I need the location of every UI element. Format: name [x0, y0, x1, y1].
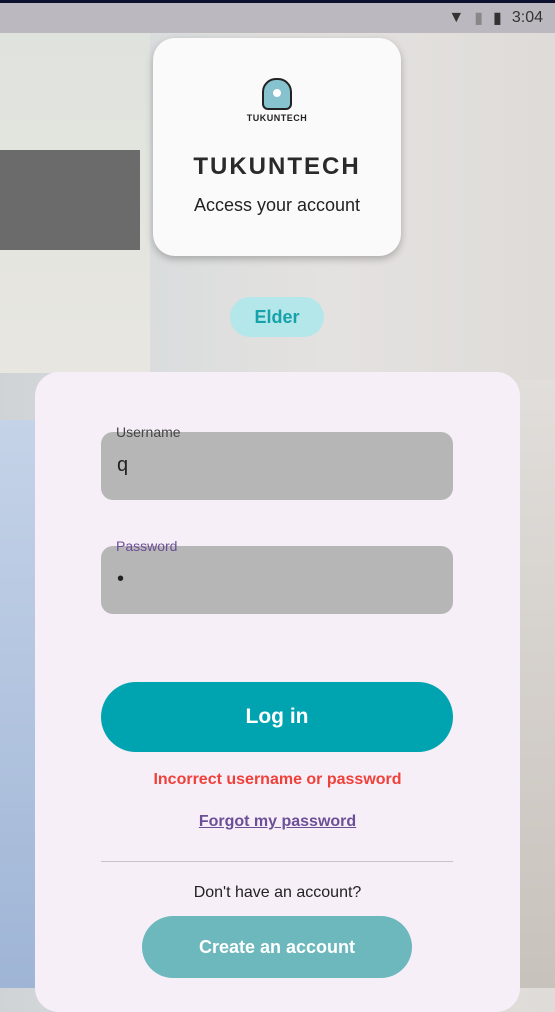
username-label: Username — [116, 424, 181, 440]
header-card: TUKUNTECH TUKUNTECH Access your account — [153, 38, 401, 256]
create-account-button[interactable]: Create an account — [142, 916, 412, 978]
username-value: q — [117, 454, 129, 476]
no-sim-icon: ▮ — [474, 10, 484, 27]
role-chip-elder[interactable]: Elder — [230, 297, 324, 337]
background-wall-panel — [0, 150, 140, 250]
status-bar: ▼ ▮ ▮ 3:04 — [0, 3, 555, 33]
error-message: Incorrect username or password — [153, 771, 402, 788]
bear-logo-icon — [262, 78, 292, 110]
wifi-icon: ▼ — [448, 9, 465, 26]
battery-icon: ▮ — [493, 10, 502, 27]
password-value: • — [117, 568, 125, 590]
logo-text: TUKUNTECH — [246, 113, 308, 123]
login-form: q Username • Password Log in Incorrect u… — [35, 372, 520, 1012]
forgot-password-link[interactable]: Forgot my password — [35, 813, 520, 831]
status-time: 3:04 — [511, 9, 543, 26]
divider — [101, 861, 453, 862]
username-field[interactable]: q — [101, 432, 453, 500]
brand-title: TUKUNTECH — [193, 153, 361, 180]
password-label: Password — [116, 538, 178, 554]
password-field[interactable]: • — [101, 546, 453, 614]
page-subtitle: Access your account — [193, 195, 361, 215]
no-account-text: Don't have an account? — [193, 884, 362, 901]
background-bed — [0, 420, 40, 988]
background-right — [520, 380, 555, 988]
login-button[interactable]: Log in — [101, 682, 453, 752]
